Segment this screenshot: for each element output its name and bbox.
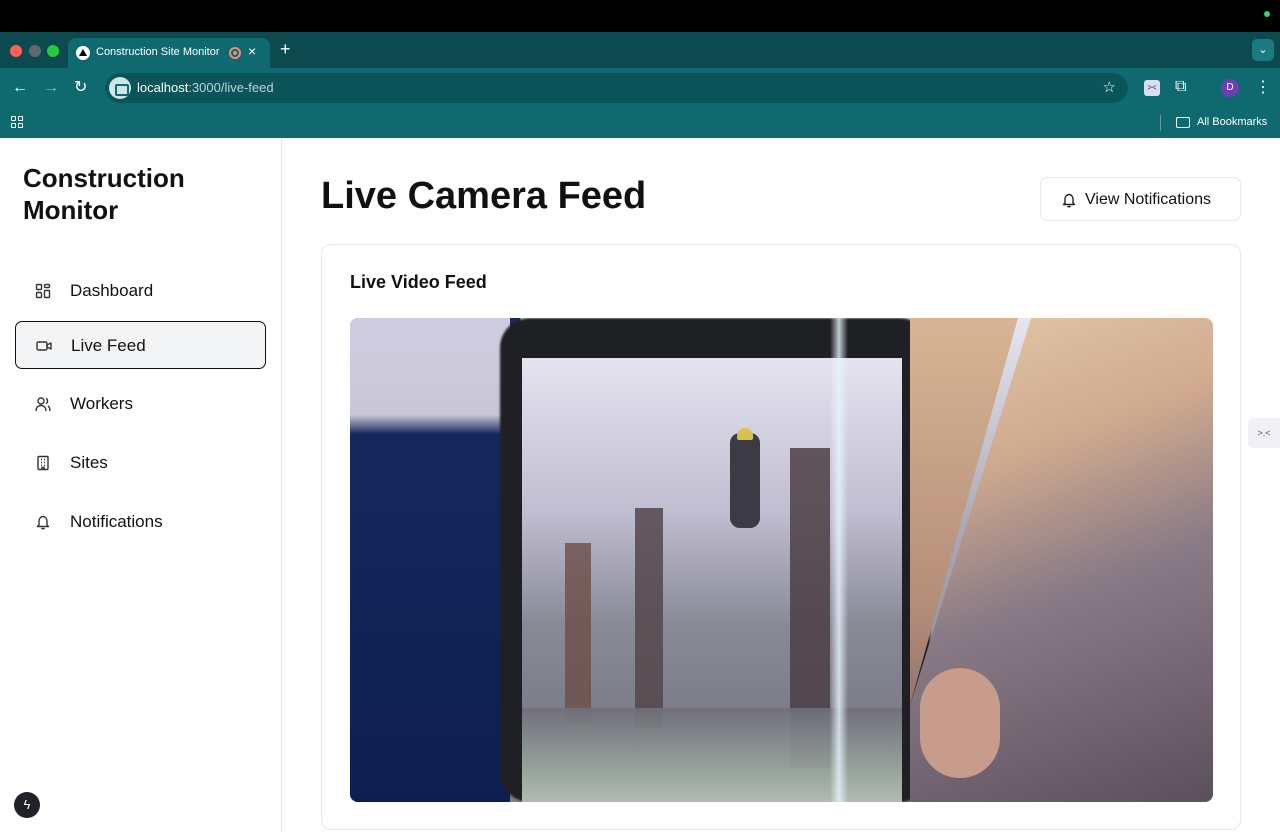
bookmarks-divider: [1160, 115, 1161, 131]
tab-favicon-icon: [76, 46, 90, 60]
browser-tab-strip: Construction Site Monitor × + ⌄: [0, 32, 1280, 68]
back-arrow-icon[interactable]: ←: [12, 78, 28, 98]
bookmark-star-icon[interactable]: ☆: [1103, 78, 1116, 96]
side-panel-extension-icon[interactable]: >.<: [1248, 418, 1280, 448]
view-notifications-label: View Notifications: [1085, 191, 1211, 208]
live-video-card: Live Video Feed: [321, 244, 1241, 830]
sidebar-item-notifications[interactable]: Notifications: [15, 498, 266, 546]
sidebar-item-label: Sites: [70, 453, 108, 472]
video-pillar: [635, 508, 663, 728]
sidebar-item-label: Live Feed: [71, 336, 146, 355]
video-thumb: [920, 668, 1000, 778]
browser-toolbar: ← → ↻ localhost:3000/live-feed ☆ >< ⧉ D …: [0, 68, 1280, 108]
extensions-puzzle-icon[interactable]: ⧉: [1175, 78, 1186, 96]
maximize-window-button[interactable]: [47, 45, 59, 57]
minimize-window-button[interactable]: [29, 45, 41, 57]
address-url[interactable]: localhost:3000/live-feed: [137, 80, 274, 95]
tab-search-button[interactable]: ⌄: [1252, 39, 1274, 61]
system-top-bar: [0, 0, 1280, 32]
extension-icon[interactable]: ><: [1144, 80, 1160, 96]
bookmarks-bar: All Bookmarks: [0, 108, 1280, 138]
sidebar-item-live-feed[interactable]: Live Feed: [15, 321, 266, 369]
dev-tools-bolt-icon[interactable]: ϟ: [14, 792, 40, 818]
status-dot: [1264, 11, 1270, 17]
all-bookmarks-link[interactable]: All Bookmarks: [1197, 116, 1267, 128]
new-tab-button[interactable]: +: [280, 39, 291, 60]
sidebar-item-label: Notifications: [70, 512, 163, 531]
sidebar: Construction Monitor Dashboard Live Feed…: [0, 138, 282, 832]
folder-icon: [1176, 117, 1190, 128]
users-icon: [35, 397, 51, 412]
forward-arrow-icon[interactable]: →: [43, 78, 59, 98]
page-title: Live Camera Feed: [321, 175, 647, 217]
sidebar-item-label: Workers: [70, 394, 133, 413]
site-info-icon[interactable]: [109, 77, 131, 99]
profile-avatar[interactable]: D: [1221, 79, 1239, 97]
card-title: Live Video Feed: [350, 272, 487, 292]
close-window-button[interactable]: [10, 45, 22, 57]
browser-tab[interactable]: Construction Site Monitor ×: [68, 38, 270, 68]
address-bar[interactable]: localhost:3000/live-feed ☆: [105, 73, 1128, 103]
bell-icon: [36, 515, 50, 530]
sidebar-item-label: Dashboard: [70, 281, 154, 300]
recording-icon: [229, 47, 241, 59]
video-worker-figure: [730, 433, 760, 528]
sidebar-item-dashboard[interactable]: Dashboard: [15, 267, 266, 315]
tab-title: Construction Site Monitor: [96, 46, 220, 58]
view-notifications-button[interactable]: View Notifications: [1040, 177, 1241, 221]
video-camera-icon: [36, 341, 52, 351]
reload-icon[interactable]: ↻: [74, 78, 87, 98]
bell-icon: [1062, 193, 1076, 208]
video-helmet: [737, 428, 753, 440]
tab-close-icon[interactable]: ×: [248, 43, 256, 59]
dashboard-icon: [35, 283, 51, 299]
building-icon: [37, 455, 49, 471]
browser-menu-icon[interactable]: ⋮: [1255, 77, 1271, 97]
live-video-player[interactable]: [350, 318, 1213, 802]
sidebar-item-sites[interactable]: Sites: [15, 439, 266, 487]
apps-grid-icon[interactable]: [11, 116, 24, 129]
video-background: [350, 318, 510, 802]
sidebar-item-workers[interactable]: Workers: [15, 380, 266, 428]
app-brand: Construction Monitor: [23, 163, 185, 225]
video-pillar: [565, 543, 591, 723]
video-light-streak: [830, 318, 848, 802]
